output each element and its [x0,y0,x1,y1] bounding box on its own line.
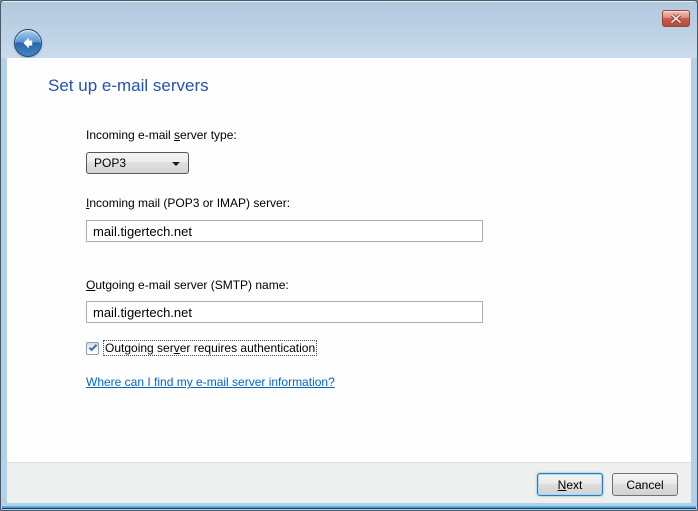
back-button[interactable] [14,29,42,57]
checkmark-icon [88,342,98,352]
footer-bar: Next Cancel [7,462,691,503]
auth-checkbox-label[interactable]: Outgoing server requires authentication [102,340,318,356]
wizard-window: Set up e-mail servers Incoming e-mail se… [0,0,698,511]
close-icon [671,14,681,23]
window-bottom-accent [2,506,696,509]
content-area: Set up e-mail servers Incoming e-mail se… [7,58,691,462]
auth-checkbox-row: Outgoing server requires authentication [86,340,318,356]
cancel-button[interactable]: Cancel [612,473,678,496]
auth-checkbox[interactable] [86,342,99,355]
next-button[interactable]: Next [537,473,603,496]
server-type-value: POP3 [94,156,127,170]
help-link[interactable]: Where can I find my e-mail server inform… [86,375,335,389]
outgoing-server-label: Outgoing e-mail server (SMTP) name: [86,278,289,292]
title-bar[interactable] [1,1,697,58]
page-title: Set up e-mail servers [48,76,209,95]
outgoing-server-input[interactable] [86,301,483,323]
server-type-label: Incoming e-mail server type: [86,128,237,142]
back-arrow-icon [20,35,36,51]
incoming-server-label: Incoming mail (POP3 or IMAP) server: [86,196,291,210]
incoming-server-input[interactable] [86,220,483,242]
server-type-dropdown[interactable]: POP3 [86,152,189,174]
dropdown-arrow-icon [172,162,180,166]
close-button[interactable] [662,10,690,27]
